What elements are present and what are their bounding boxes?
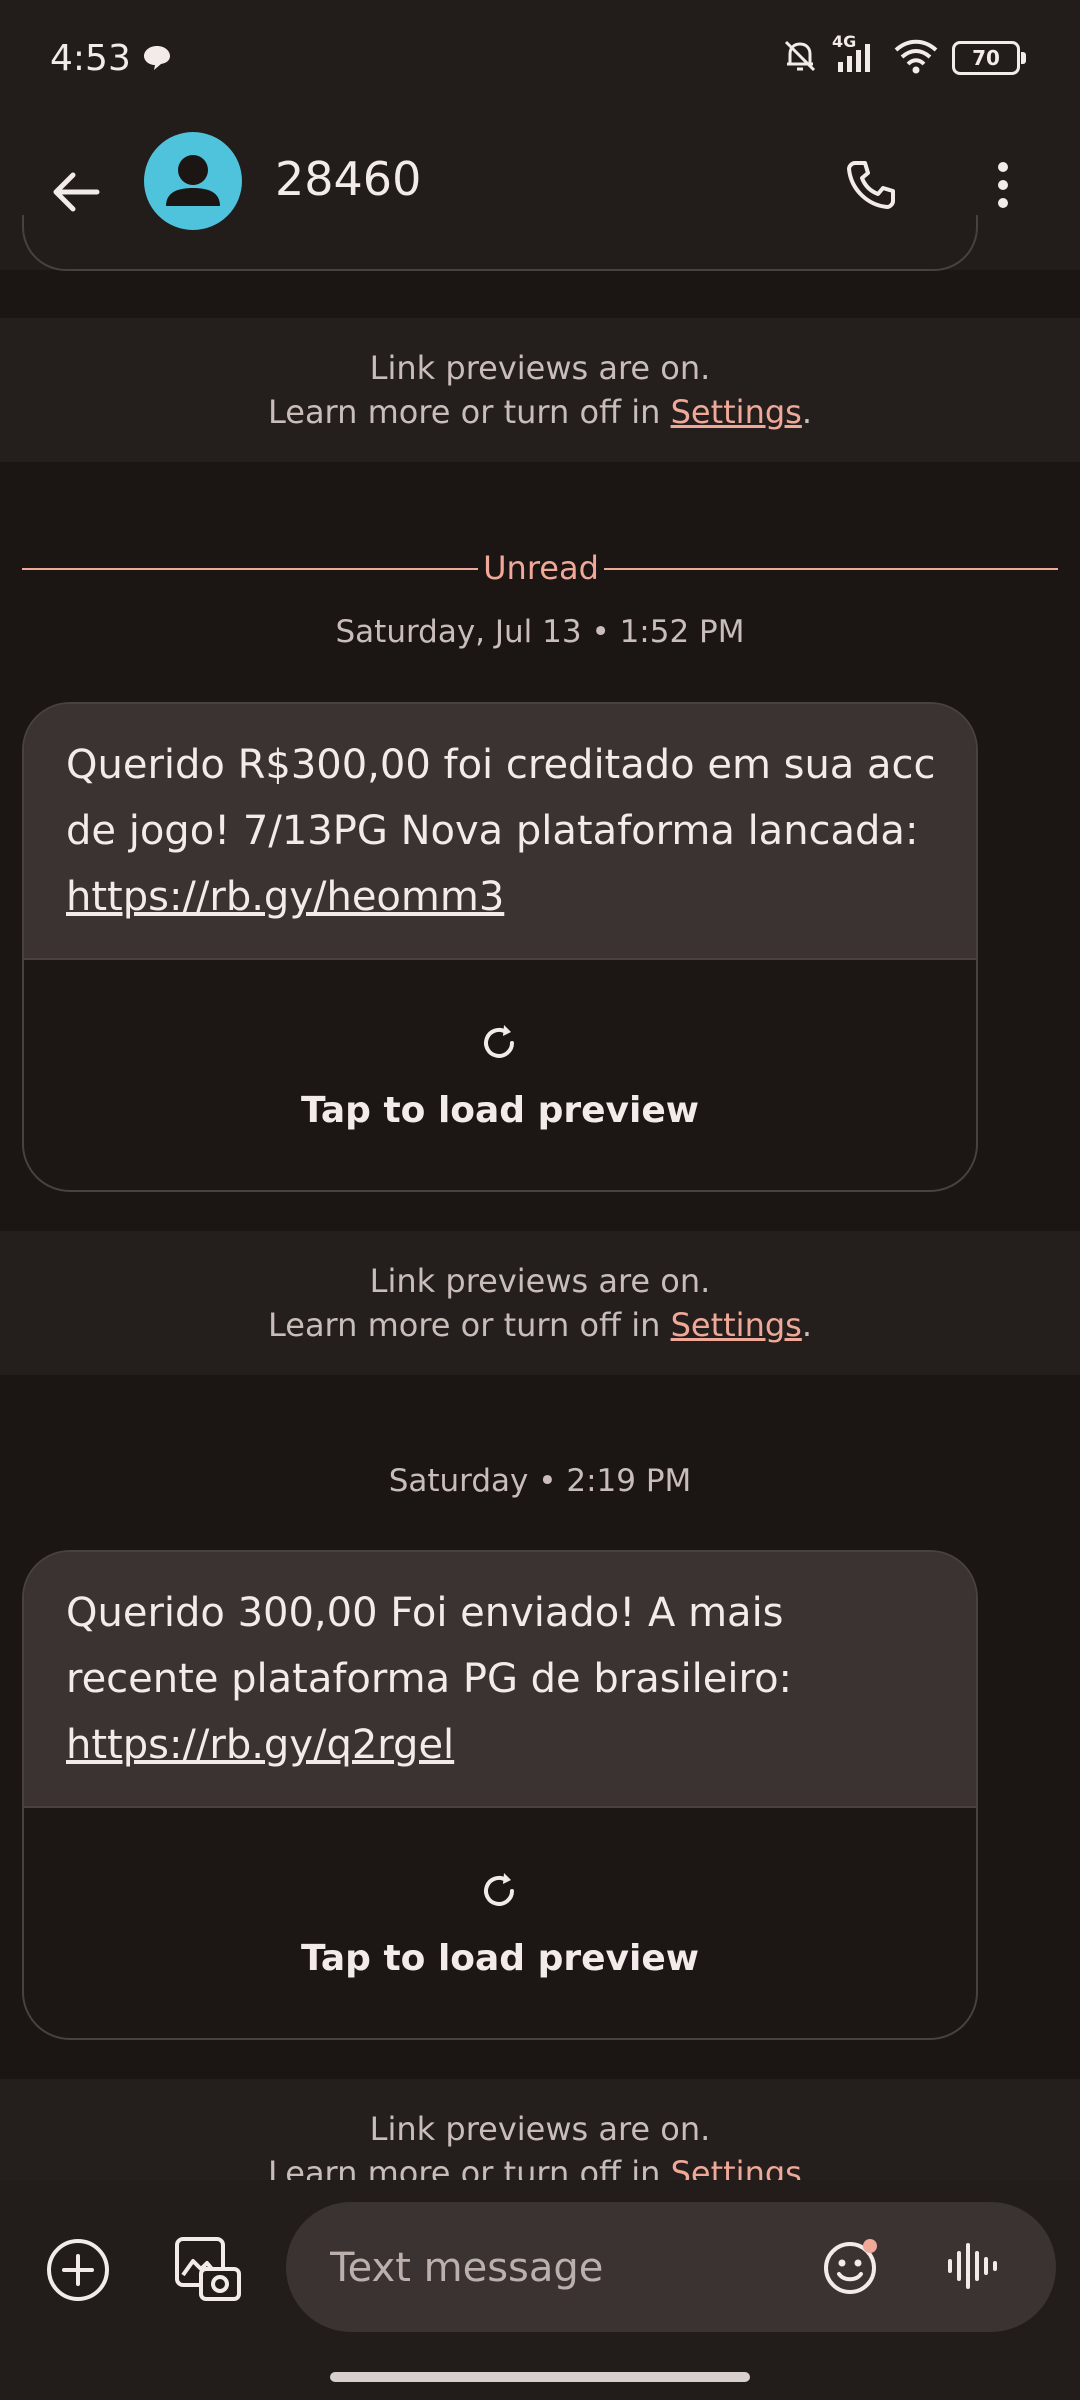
notice-prefix: Learn more or turn off in [267, 393, 671, 431]
unread-divider: Unread [22, 548, 1058, 588]
divider-line [22, 568, 478, 570]
messages-screen: 4:53 4G 70 28460 Link previews are on. L… [0, 0, 1080, 2400]
message-text: Querido 300,00 Foi enviado! A mais recen… [24, 1552, 976, 1808]
notice-suffix: . [801, 393, 812, 431]
battery-icon: 70 [952, 41, 1026, 75]
emoji-button[interactable] [816, 2230, 888, 2302]
add-circle-icon [47, 2239, 109, 2301]
message-timestamp: Saturday • 2:19 PM [388, 1463, 692, 1499]
emoji-icon [824, 2239, 877, 2294]
message-input[interactable] [328, 2232, 792, 2304]
link-preview-placeholder[interactable]: Tap to load preview [24, 1808, 976, 2038]
tap-to-load-preview-label: Tap to load preview [300, 1938, 700, 1979]
contact-name: 28460 [275, 152, 422, 206]
unread-label: Unread [483, 549, 599, 587]
waveform-icon [948, 2243, 997, 2289]
arrow-back-icon [53, 172, 100, 212]
message-bubble[interactable]: Querido R$300,00 foi creditado em sua ac… [22, 702, 978, 1192]
more-options-button[interactable] [968, 150, 1038, 220]
link-preview-notice-line2: Learn more or turn off in Settings. [0, 1303, 1080, 1347]
status-icons: 4G 70 [780, 32, 1026, 80]
settings-link[interactable]: Settings [671, 1306, 802, 1344]
message-body: Querido R$300,00 foi creditado em sua ac… [66, 742, 936, 854]
mute-bell-icon [780, 36, 820, 80]
message-link[interactable]: https://rb.gy/q2rgel [66, 1722, 454, 1768]
compose-bar [0, 2180, 1080, 2400]
notice-prefix: Learn more or turn off in [267, 1306, 671, 1344]
message-timestamp: Saturday, Jul 13 • 1:52 PM [335, 614, 745, 650]
refresh-icon [484, 1025, 514, 1058]
message-text: Querido R$300,00 foi creditado em sua ac… [24, 704, 976, 960]
settings-link[interactable]: Settings [671, 393, 802, 431]
link-preview-notice-text: Link previews are on. [369, 1262, 711, 1300]
chat-notification-icon [142, 44, 172, 76]
divider-line [604, 568, 1058, 570]
link-preview-notice: Link previews are on. Learn more or turn… [0, 1231, 1080, 1375]
add-attachment-button[interactable] [40, 2232, 116, 2308]
call-button[interactable] [836, 150, 906, 220]
message-link[interactable]: https://rb.gy/heomm3 [66, 874, 504, 920]
more-vert-icon [998, 162, 1008, 208]
link-preview-notice: Link previews are on. Learn more or turn… [0, 318, 1080, 462]
network-type-label: 4G [832, 32, 857, 51]
phone-icon [847, 161, 895, 209]
wifi-icon [894, 38, 938, 78]
message-body: Querido 300,00 Foi enviado! A mais recen… [66, 1590, 793, 1702]
home-indicator[interactable] [330, 2372, 750, 2382]
link-preview-notice-text: Link previews are on. [369, 2110, 711, 2148]
tap-to-load-preview-label: Tap to load preview [300, 1090, 700, 1131]
notice-suffix: . [801, 1306, 812, 1344]
battery-level: 70 [972, 46, 1000, 70]
message-input-container[interactable] [286, 2202, 1056, 2332]
status-bar: 4:53 4G 70 [0, 0, 1080, 120]
link-preview-notice-line2: Learn more or turn off in Settings. [0, 390, 1080, 434]
voice-message-button[interactable] [936, 2230, 1008, 2302]
signal-icon: 4G [832, 32, 880, 78]
link-preview-placeholder[interactable]: Tap to load preview [24, 960, 976, 1190]
refresh-icon [484, 1873, 514, 1906]
message-bubble[interactable]: Querido 300,00 Foi enviado! A mais recen… [22, 1550, 978, 2040]
gallery-camera-button[interactable] [170, 2232, 246, 2308]
link-preview-notice-text: Link previews are on. [369, 349, 711, 387]
previous-message-bubble [22, 215, 978, 271]
photo-camera-icon [175, 2237, 241, 2301]
status-time: 4:53 [50, 38, 131, 79]
